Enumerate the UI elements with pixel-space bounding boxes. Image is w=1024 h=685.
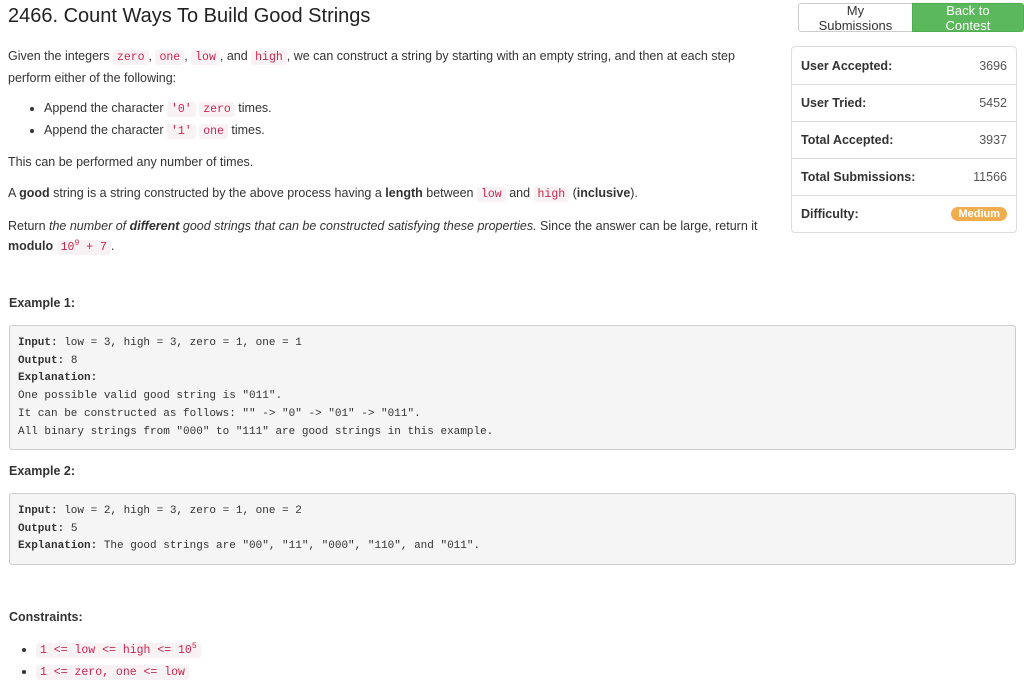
constraints-heading: Constraints:: [9, 610, 83, 624]
my-submissions-button[interactable]: My Submissions: [798, 3, 913, 33]
page-title: 2466. Count Ways To Build Good Strings: [8, 5, 371, 27]
repeat-paragraph: This can be performed any number of time…: [8, 155, 254, 169]
example2-heading: Example 2:: [9, 464, 76, 478]
stats-panel: User Accepted: 3696 User Tried: 5452 Tot…: [791, 46, 1017, 233]
list-item: Append the character '1' one times.: [44, 120, 770, 142]
return-paragraph: Return the number of different good stri…: [8, 219, 758, 255]
modulo-code: 109 + 7: [56, 240, 111, 255]
stats-row-total-submissions: Total Submissions: 11566: [792, 158, 1016, 195]
good-string-paragraph: A good string is a string constructed by…: [8, 186, 638, 202]
list-item: 1 <= low <= high <= 105: [36, 639, 201, 661]
stats-row-user-accepted: User Accepted: 3696: [801, 58, 1007, 73]
example2-block: Input: low = 2, high = 3, zero = 1, one …: [9, 493, 1016, 565]
stats-row-total-accepted: Total Accepted: 3937: [792, 121, 1016, 158]
intro-paragraph: Given the integers zero, one, low, and h…: [8, 49, 735, 85]
action-buttons: My Submissions Back to Contest: [798, 3, 1024, 33]
operations-list: Append the character '0' zero times. App…: [8, 98, 770, 142]
list-item: 1 <= zero, one <= low: [36, 661, 201, 683]
list-item: Append the character '0' zero times.: [44, 98, 770, 120]
constraints-list: 1 <= low <= high <= 105 1 <= zero, one <…: [0, 639, 201, 683]
example1-block: Input: low = 3, high = 3, zero = 1, one …: [9, 325, 1016, 450]
back-to-contest-button[interactable]: Back to Contest: [911, 3, 1024, 33]
stats-row-difficulty: Difficulty: Medium: [792, 195, 1016, 232]
problem-description: Given the integers zero, one, low, and h…: [8, 46, 770, 258]
difficulty-badge: Medium: [951, 207, 1007, 221]
example1-heading: Example 1:: [9, 296, 76, 310]
stats-row-user-tried: User Tried: 5452: [792, 84, 1016, 121]
